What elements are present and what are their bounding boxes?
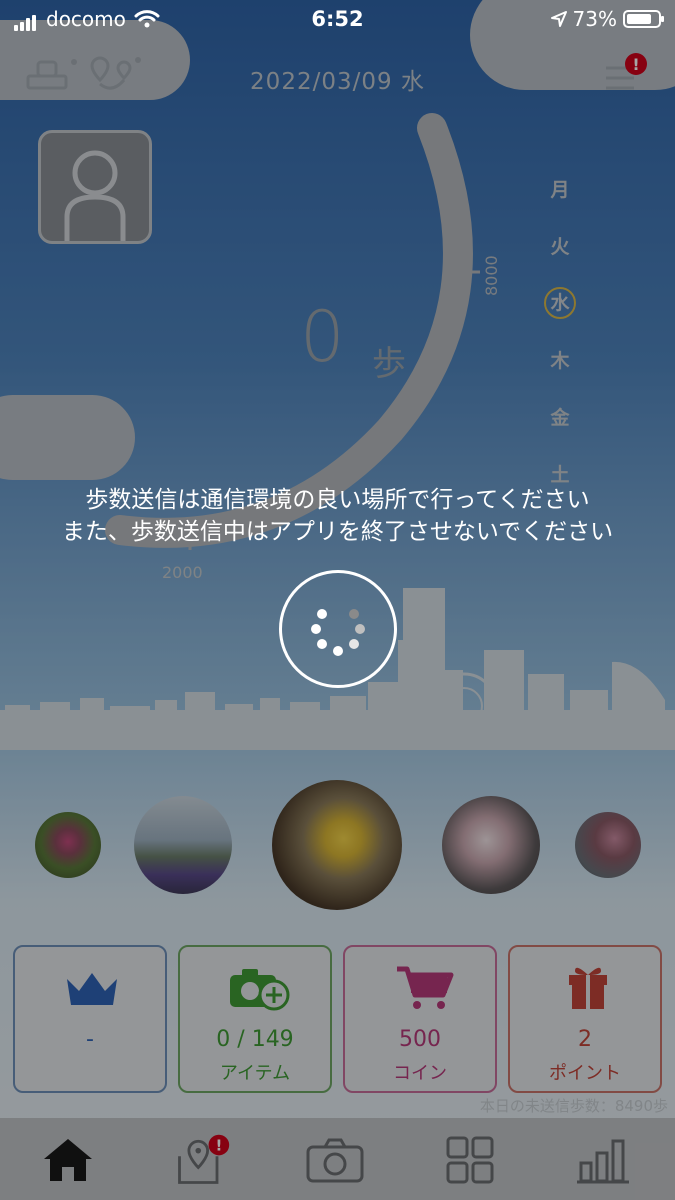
coins-value: 500 xyxy=(399,1027,441,1052)
coins-card[interactable]: 500 コイン xyxy=(343,945,497,1093)
date-label: 2022/03/09 水 xyxy=(250,69,425,95)
step-count: 0 xyxy=(300,296,345,378)
photo-thumb-5[interactable] xyxy=(575,812,641,878)
tab-bar: ! xyxy=(0,1118,675,1200)
tab-collection[interactable] xyxy=(440,1130,500,1190)
ranking-card[interactable]: - xyxy=(13,945,167,1093)
unsent-steps-label: 本日の未送信歩数：8490歩 xyxy=(479,1097,668,1115)
weekday-fri[interactable]: 金 xyxy=(540,388,580,445)
coins-label: コイン xyxy=(393,1063,447,1084)
photo-thumb-3-selected[interactable] xyxy=(272,780,402,910)
weekday-wed-today[interactable]: 水 xyxy=(540,274,580,331)
photo-thumb-4[interactable] xyxy=(442,796,540,894)
gift-icon xyxy=(569,967,607,1009)
camera-icon xyxy=(306,1138,364,1183)
notice-line-1: 歩数送信は通信環境の良い場所で行ってください xyxy=(85,487,590,513)
battery-percent: 73% xyxy=(572,7,617,31)
loading-spinner xyxy=(279,570,397,688)
points-card[interactable]: 2 ポイント xyxy=(508,945,662,1093)
location-arrow-icon xyxy=(550,11,567,27)
photo-thumb-1[interactable] xyxy=(35,812,101,878)
ranking-value: - xyxy=(86,1027,94,1052)
screen: docomo 6:52 73% 2022/03/09 水 ! 0 歩 8000 … xyxy=(0,0,675,1200)
status-bar: docomo 6:52 73% xyxy=(0,0,675,40)
tab-map[interactable]: ! xyxy=(172,1130,232,1190)
menu-icon[interactable]: ! xyxy=(600,52,650,96)
battery-icon xyxy=(623,10,664,28)
tab-home[interactable] xyxy=(38,1130,98,1190)
items-value: 0 / 149 xyxy=(216,1027,294,1052)
svg-text:!: ! xyxy=(215,1137,222,1155)
points-value: 2 xyxy=(578,1027,592,1052)
weekday-mon[interactable]: 月 xyxy=(540,160,580,217)
grid-icon xyxy=(446,1136,494,1184)
camera-add-icon xyxy=(230,969,290,1011)
photo-carousel[interactable] xyxy=(0,780,675,910)
items-label: アイテム xyxy=(219,1063,291,1084)
weekday-column: 月 火 水 木 金 土 xyxy=(540,160,580,502)
weekday-thu[interactable]: 木 xyxy=(540,331,580,388)
weekday-tue[interactable]: 火 xyxy=(540,217,580,274)
sending-notice: 歩数送信は通信環境の良い場所で行ってください また、歩数送信中はアプリを終了させ… xyxy=(0,484,675,548)
notice-line-2: また、歩数送信中はアプリを終了させないでください xyxy=(61,519,614,545)
shopping-cart-icon xyxy=(397,966,454,1009)
crown-icon xyxy=(67,973,117,1005)
goal-tick-label: 8000 xyxy=(482,255,501,296)
svg-text:!: ! xyxy=(632,55,639,74)
bar-chart-icon xyxy=(577,1139,629,1184)
spinner-dots-icon xyxy=(311,609,365,656)
tab-camera[interactable] xyxy=(305,1130,365,1190)
items-card[interactable]: 0 / 149 アイテム xyxy=(178,945,332,1093)
map-pin-icon: ! xyxy=(178,1134,230,1184)
points-label: ポイント xyxy=(549,1063,621,1084)
home-icon xyxy=(44,1139,92,1181)
tab-stats[interactable] xyxy=(573,1130,633,1190)
photo-thumb-2[interactable] xyxy=(134,796,232,894)
step-unit: 歩 xyxy=(372,344,406,384)
